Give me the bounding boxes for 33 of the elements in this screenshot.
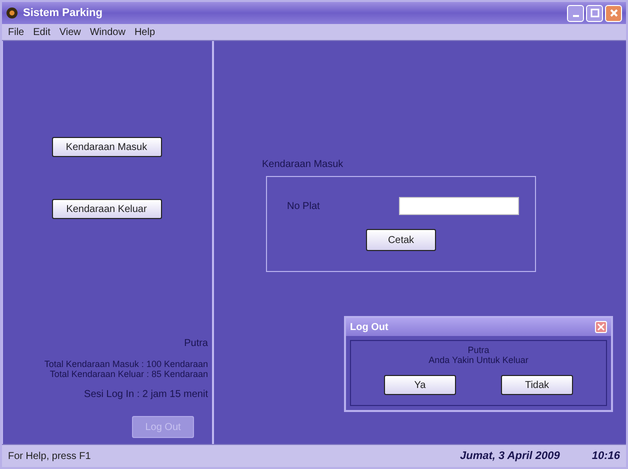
menu-item[interactable]: Window xyxy=(90,26,126,38)
status-help: For Help, press F1 xyxy=(8,450,91,462)
maximize-button[interactable] xyxy=(586,4,603,22)
field-label: No Plat xyxy=(287,200,320,212)
session-text: Sesi Log In : 2 jam 15 menit xyxy=(84,389,208,400)
menu-item[interactable]: Edit xyxy=(33,26,50,38)
dialog-message: Anda Yakin Untuk Keluar xyxy=(428,355,528,365)
print-button[interactable]: Cetak xyxy=(366,229,436,251)
user-name: Putra xyxy=(184,338,208,349)
close-icon xyxy=(608,8,618,18)
dialog-title: Log Out xyxy=(350,322,388,332)
stat-text: Total Kendaraan Masuk : 100 Kendaraan xyxy=(44,359,208,369)
status-date: Jumat, 3 April 2009 xyxy=(460,450,560,462)
menu-item[interactable]: Help xyxy=(134,26,156,38)
dialog-button[interactable]: Ya xyxy=(384,375,456,395)
close-button[interactable] xyxy=(605,4,622,22)
minimize-button[interactable] xyxy=(567,4,584,22)
close-icon xyxy=(597,323,605,331)
group-title: Kendaraan Masuk xyxy=(262,159,344,170)
maximize-icon xyxy=(590,8,600,18)
menu-item[interactable]: View xyxy=(59,26,81,38)
window-title: Sistem Parking xyxy=(23,7,102,19)
close-button[interactable] xyxy=(595,321,607,333)
status-time: 10:16 xyxy=(592,450,620,462)
stat-text: Total Kendaraan Keluar : 85 Kendaraan xyxy=(50,369,208,379)
plate-input-field[interactable] xyxy=(399,197,519,215)
dialog-message: Putra xyxy=(468,345,490,355)
nav-button[interactable]: Kendaraan Keluar xyxy=(52,199,162,219)
minimize-icon xyxy=(572,15,578,17)
dialog-button[interactable]: Tidak xyxy=(501,375,573,395)
menu-item[interactable]: File xyxy=(8,26,24,38)
app-icon xyxy=(6,7,18,19)
nav-button[interactable]: Kendaraan Masuk xyxy=(52,137,162,157)
